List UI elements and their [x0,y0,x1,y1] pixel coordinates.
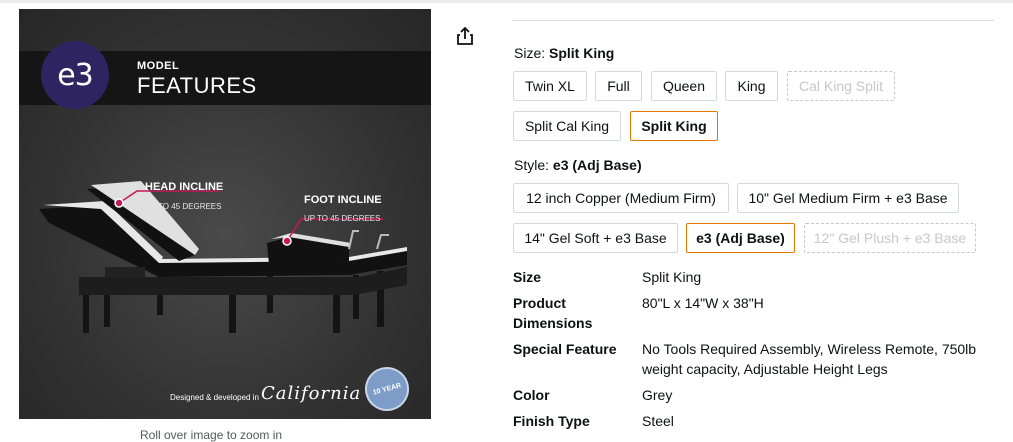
style-label-row: Style: e3 (Adj Base) [514,157,642,173]
foot-incline-subtitle: UP TO 45 DEGREES [304,214,381,223]
zoom-caption: Roll over image to zoom in [140,428,283,442]
style-option-14-gel-soft[interactable]: 14" Gel Soft + e3 Base [513,223,678,253]
size-option-cal-king-split[interactable]: Cal King Split [787,71,895,101]
top-divider [0,0,1013,3]
style-option-12-gel-plush[interactable]: 12" Gel Plush + e3 Base [804,223,976,253]
style-option-10-gel-medium[interactable]: 10" Gel Medium Firm + e3 Base [737,183,959,213]
spec-value-size: Split King [642,269,702,285]
size-option-split-cal-king[interactable]: Split Cal King [513,111,621,141]
california-script: California [261,383,362,404]
head-incline-title: HEAD INCLINE [145,181,224,193]
designed-in-text: Designed & developed in [170,393,259,402]
size-selected-value: Split King [549,45,615,61]
style-label: Style: [514,157,550,173]
share-icon[interactable] [455,26,475,46]
spec-key-size: Size [513,269,542,285]
size-label-row: Size: Split King [514,45,614,61]
spec-key-product-dimensions: Product Dimensions [513,295,593,331]
style-option-e3-adj-base[interactable]: e3 (Adj Base) [686,223,795,253]
section-divider [512,20,994,21]
style-option-12-copper[interactable]: 12 inch Copper (Medium Firm) [513,183,729,213]
spec-value-product-dimensions: 80"L x 14"W x 38"H [642,295,764,311]
head-incline-subtitle: UP TO 45 DEGREES [145,202,222,211]
style-selected-value: e3 (Adj Base) [552,157,642,173]
size-option-split-king[interactable]: Split King [630,111,718,141]
size-option-full[interactable]: Full [595,71,642,101]
spec-value-color: Grey [642,387,673,403]
spec-key-special-feature: Special Feature [513,341,617,357]
product-image[interactable]: e3 MODEL FEATURES HEAD INCLINE UP TO 45 … [19,9,431,419]
size-label: Size: [514,45,546,61]
size-option-queen[interactable]: Queen [651,71,717,101]
spec-key-color: Color [513,387,550,403]
size-option-king[interactable]: King [725,71,778,101]
spec-value-special-feature: No Tools Required Assembly, Wireless Rem… [642,341,977,377]
foot-incline-title: FOOT INCLINE [304,194,382,206]
size-option-twin-xl[interactable]: Twin XL [513,71,587,101]
spec-value-finish-type: Steel [642,413,674,429]
spec-key-finish-type: Finish Type [513,413,590,429]
